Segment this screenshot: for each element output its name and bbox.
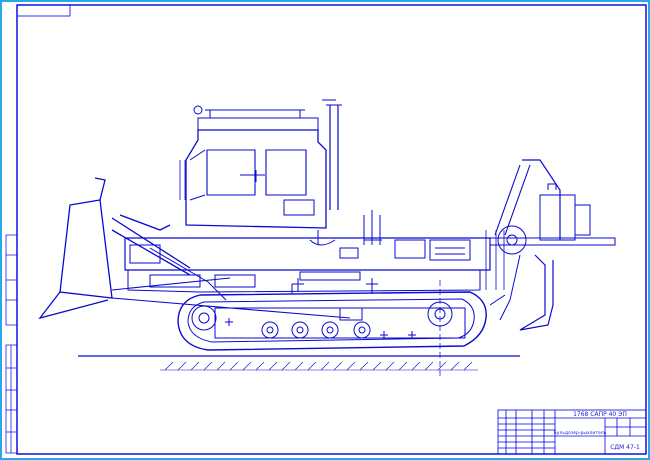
ground-hatching [160, 361, 478, 371]
outer-border [0, 0, 650, 460]
part-name: Бульдозер-рыхлитель [554, 430, 607, 436]
cab [179, 105, 327, 229]
ripper-assembly [485, 159, 616, 331]
drawing-frame [16, 4, 647, 455]
corner-stamp [16, 4, 71, 17]
bulldozer-drawing [38, 99, 616, 378]
document-code: 1768 САПР 40 ЭП [573, 411, 627, 418]
main-body [124, 210, 491, 293]
drawing-sheet: 1768 САПР 40 ЭП Бульдозер-рыхлитель СДМ … [0, 0, 650, 460]
sheet-code: СДМ 47-1 [610, 444, 640, 451]
left-binding-strip [5, 234, 18, 454]
